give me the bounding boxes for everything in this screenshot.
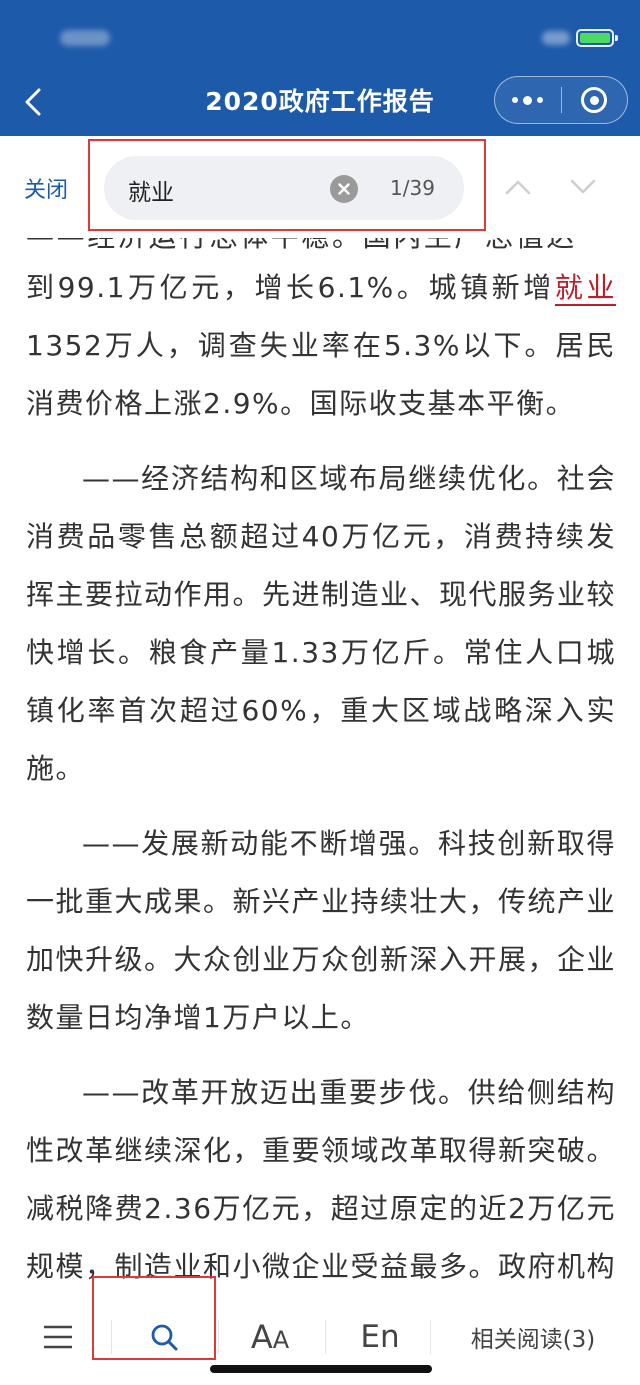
more-dots-icon — [512, 95, 544, 105]
more-button[interactable] — [495, 77, 561, 123]
home-indicator — [210, 1365, 432, 1373]
related-reading-button[interactable]: 相关阅读(3) — [448, 1292, 618, 1382]
toolbar-divider — [111, 1320, 112, 1354]
search-highlight: 就业 — [554, 271, 616, 306]
paragraph-2: ——经济结构和区域布局继续优化。社会消费品零售总额超过40万亿元，消费持续发挥主… — [26, 462, 616, 785]
search-query-text: 就业 — [128, 180, 174, 206]
previous-match-button[interactable] — [503, 172, 533, 202]
close-search-button[interactable]: 关闭 — [24, 172, 68, 204]
battery-icon — [576, 29, 618, 47]
paragraph-4: ——改革开放迈出重要步伐。供给侧结构性改革继续深化，重要领域改革取得新突破。减税… — [26, 1076, 616, 1283]
text-segment: 1352万人，调查失业率在5.3%以下。居民消费价格上涨2.9%。国际收支基本平… — [26, 329, 616, 420]
chevron-down-icon — [570, 179, 596, 194]
paragraph-3: ——发展新动能不断增强。科技创新取得一批重大成果。新兴产业持续壮大，传统产业加快… — [26, 827, 616, 1034]
find-in-page-bar: 关闭 就业 1/39 — [0, 136, 640, 240]
search-icon — [151, 1324, 178, 1351]
text-segment: 到99.1万亿元，增长6.1%。城镇新增 — [26, 271, 555, 304]
target-circle-icon — [581, 87, 608, 113]
match-counter: 1/39 — [390, 176, 435, 200]
search-button[interactable] — [134, 1292, 194, 1382]
clear-search-button[interactable] — [330, 175, 358, 203]
toolbar-divider — [430, 1320, 431, 1354]
next-match-button[interactable] — [568, 172, 598, 202]
paragraph-1: 到99.1万亿元，增长6.1%。城镇新增就业 1352万人，调查失业率在5.3%以… — [26, 259, 616, 433]
search-input[interactable]: 就业 1/39 — [104, 156, 464, 220]
clipped-line: ——经济运行总体平稳。国内生产总值达 — [26, 238, 616, 252]
status-bar-right — [542, 29, 618, 47]
chevron-up-icon — [505, 180, 531, 195]
clear-x-icon — [338, 183, 350, 195]
status-bar-carrier — [60, 30, 110, 46]
article-body: ——经济运行总体平稳。国内生产总值达 到99.1万亿元，增长6.1%。城镇新增就… — [26, 238, 616, 1292]
nav-header: 2020政府工作报告 — [0, 0, 640, 136]
toc-button[interactable] — [28, 1292, 88, 1382]
wifi-icon — [542, 31, 570, 45]
menu-icon — [44, 1325, 72, 1349]
english-icon: En — [360, 1319, 400, 1355]
miniprogram-capsule — [494, 76, 628, 124]
font-size-icon: AA — [250, 1318, 290, 1356]
exit-miniprogram-button[interactable] — [562, 77, 628, 123]
toolbar-divider — [325, 1320, 326, 1354]
toolbar-divider — [218, 1320, 219, 1354]
